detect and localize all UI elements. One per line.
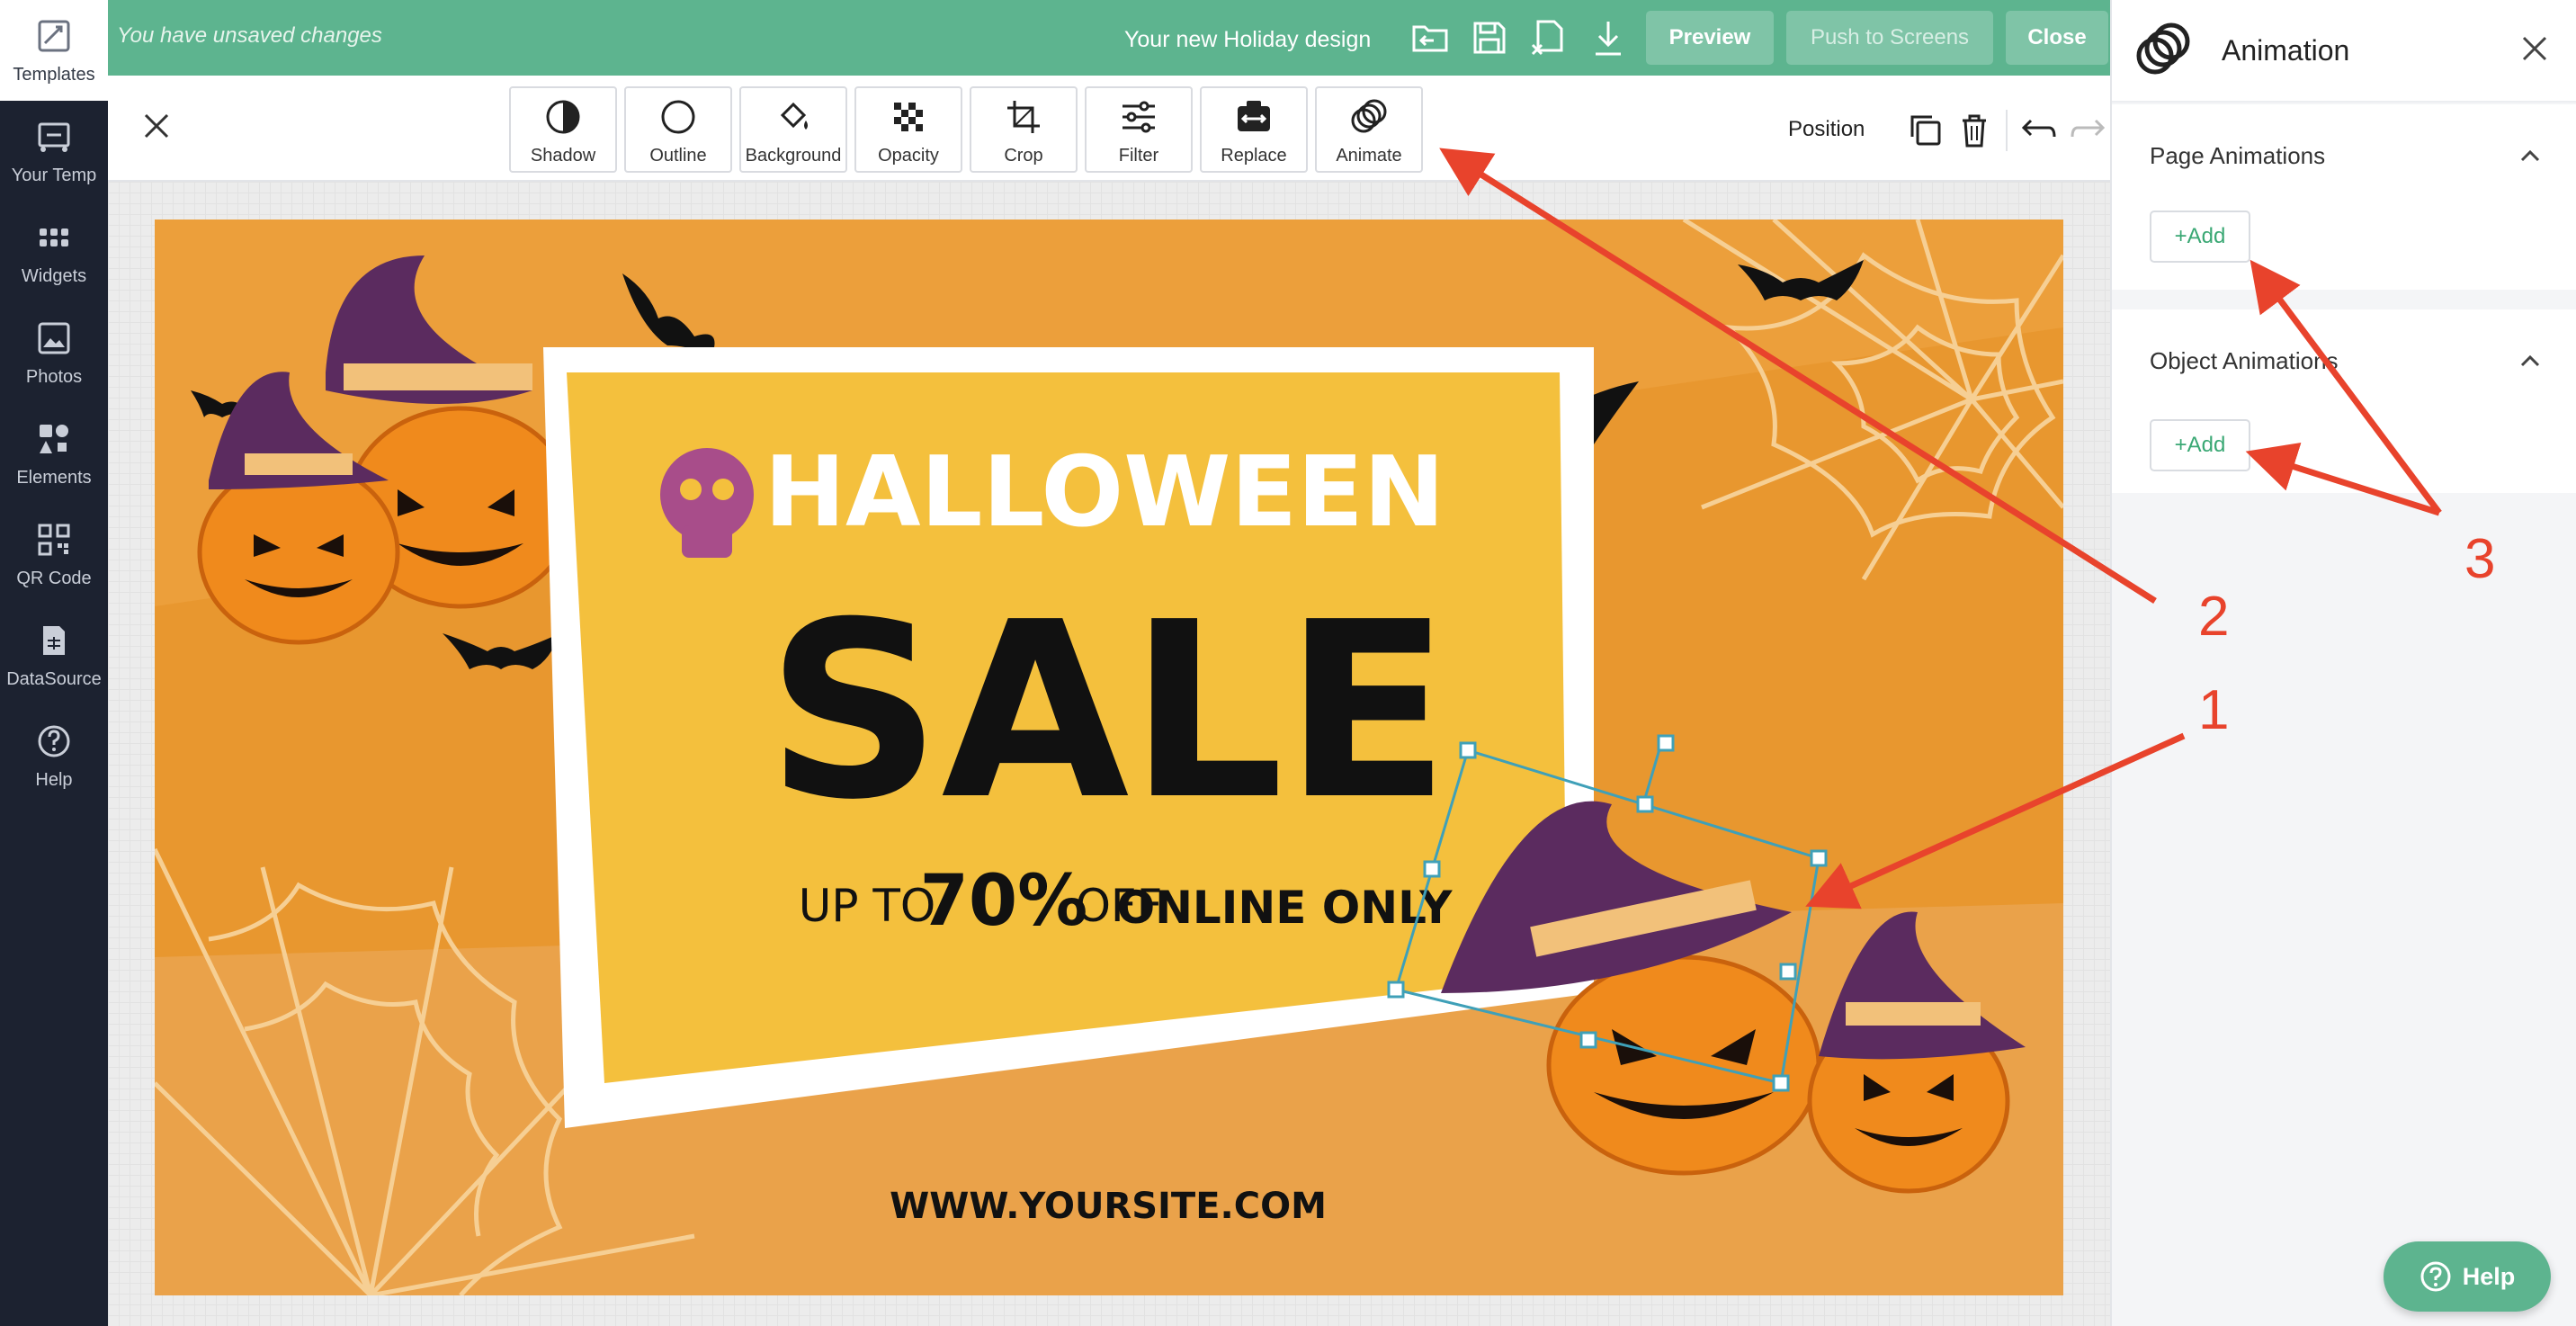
unsaved-changes-notice: You have unsaved changes xyxy=(117,23,382,48)
templates-icon xyxy=(38,20,70,51)
tool-label: Animate xyxy=(1336,146,1402,166)
help-icon xyxy=(2420,1261,2451,1292)
online-only-text[interactable]: ONLINE ONLY xyxy=(1117,882,1453,934)
tool-filter[interactable]: Filter xyxy=(1085,86,1193,173)
elements-icon xyxy=(40,424,68,453)
tool-label: Replace xyxy=(1221,146,1287,166)
close-icon[interactable] xyxy=(2518,32,2551,65)
up-to-text[interactable]: UP TO xyxy=(799,880,936,932)
tool-label: Outline xyxy=(649,146,707,166)
design-name[interactable]: Your new Holiday design xyxy=(1124,27,1371,53)
close-button[interactable]: Close xyxy=(2006,11,2108,65)
top-bar: You have unsaved changes Your new Holida… xyxy=(108,0,2110,76)
sliders-icon xyxy=(1123,101,1155,133)
sidebar-item-label: Elements xyxy=(16,467,92,488)
undo-icon[interactable] xyxy=(2018,112,2056,149)
sidebar-item-your-temp[interactable]: Your Temp xyxy=(0,101,108,202)
object-animations-section: Object Animations +Add xyxy=(2112,309,2576,493)
delete-icon[interactable] xyxy=(1955,112,1993,149)
sidebar-item-label: Templates xyxy=(13,64,95,85)
animation-panel: Animation Page Animations +Add Object An… xyxy=(2110,0,2576,1326)
percent-text[interactable]: 70% xyxy=(920,861,1088,942)
animate-icon xyxy=(1351,99,1387,133)
qr-code-icon xyxy=(38,524,70,555)
help-icon xyxy=(38,725,70,757)
your-templates-icon xyxy=(38,122,70,152)
sidebar-item-datasource[interactable]: DataSource xyxy=(0,605,108,705)
annotation-number-1: 1 xyxy=(2198,679,2230,741)
position-button[interactable]: Position xyxy=(1788,117,1865,142)
add-object-animation-button[interactable]: +Add xyxy=(2150,419,2250,471)
section-title: Page Animations xyxy=(2150,142,2326,169)
close-icon[interactable] xyxy=(139,108,174,144)
opacity-icon xyxy=(894,103,923,131)
sidebar-item-label: DataSource xyxy=(6,668,102,689)
annotation-number-3: 3 xyxy=(2464,528,2496,590)
tool-label: Crop xyxy=(1004,146,1043,166)
sidebar-item-qr-code[interactable]: QR Code xyxy=(0,504,108,605)
tool-outline[interactable]: Outline xyxy=(624,86,732,173)
crop-icon xyxy=(1007,101,1040,133)
shadow-icon xyxy=(546,100,580,134)
sidebar-item-label: QR Code xyxy=(16,568,92,588)
tool-replace[interactable]: Replace xyxy=(1200,86,1308,173)
replace-icon xyxy=(1238,101,1270,131)
left-sidebar: Templates Your Temp Widgets Photos Eleme… xyxy=(0,0,108,1326)
sidebar-item-label: Your Temp xyxy=(11,165,97,185)
download-icon[interactable] xyxy=(1588,18,1628,58)
sidebar-item-templates[interactable]: Templates xyxy=(0,0,108,101)
annotation-number-2: 2 xyxy=(2198,586,2230,648)
sidebar-item-widgets[interactable]: Widgets xyxy=(0,202,108,302)
page-animations-section: Page Animations +Add xyxy=(2112,104,2576,290)
sale-text[interactable]: SALE xyxy=(766,569,1450,853)
toolbar: Shadow Outline Background Opacity Crop F… xyxy=(108,76,2110,182)
sidebar-item-label: Photos xyxy=(25,366,83,387)
tool-label: Background xyxy=(745,146,842,166)
outline-icon xyxy=(661,100,695,134)
open-folder-icon[interactable] xyxy=(1410,18,1450,58)
redo-icon[interactable] xyxy=(2071,112,2108,149)
preview-button[interactable]: Preview xyxy=(1646,11,1774,65)
tool-shadow[interactable]: Shadow xyxy=(509,86,617,173)
sidebar-item-elements[interactable]: Elements xyxy=(0,403,108,504)
photos-icon xyxy=(38,322,70,354)
save-as-icon[interactable] xyxy=(1529,18,1569,58)
design-canvas[interactable]: HALLOWEEN SALE UP TO 70% OFF ONLINE ONLY… xyxy=(155,220,2063,1295)
panel-title: Animation xyxy=(2222,34,2350,67)
website-text[interactable]: WWW.YOURSITE.COM xyxy=(890,1186,1327,1227)
chevron-up-icon[interactable] xyxy=(2517,347,2544,374)
duplicate-icon[interactable] xyxy=(1907,112,1945,149)
tool-crop[interactable]: Crop xyxy=(970,86,1078,173)
tool-label: Filter xyxy=(1118,146,1159,166)
help-button[interactable]: Help xyxy=(2384,1241,2551,1312)
add-page-animation-button[interactable]: +Add xyxy=(2150,211,2250,263)
tool-label: Shadow xyxy=(530,146,596,166)
animate-icon xyxy=(2136,22,2190,75)
push-to-screens-button[interactable]: Push to Screens xyxy=(1786,11,1993,65)
paint-bucket-icon xyxy=(780,102,808,130)
sidebar-item-photos[interactable]: Photos xyxy=(0,302,108,403)
tool-animate[interactable]: Animate xyxy=(1315,86,1423,173)
sidebar-item-label: Widgets xyxy=(21,265,87,286)
tool-label: Opacity xyxy=(878,146,939,166)
help-button-label: Help xyxy=(2462,1262,2516,1290)
widgets-icon xyxy=(40,228,68,246)
chevron-up-icon[interactable] xyxy=(2517,142,2544,169)
sidebar-item-label: Help xyxy=(35,769,73,790)
tool-background[interactable]: Background xyxy=(739,86,847,173)
toolbar-divider xyxy=(2006,110,2008,151)
datasource-icon xyxy=(43,625,65,655)
section-title: Object Animations xyxy=(2150,347,2339,374)
panel-header: Animation xyxy=(2112,0,2576,103)
headline-text[interactable]: HALLOWEEN xyxy=(765,436,1445,549)
sidebar-item-help[interactable]: Help xyxy=(0,705,108,806)
save-icon[interactable] xyxy=(1470,18,1509,58)
tool-opacity[interactable]: Opacity xyxy=(854,86,962,173)
